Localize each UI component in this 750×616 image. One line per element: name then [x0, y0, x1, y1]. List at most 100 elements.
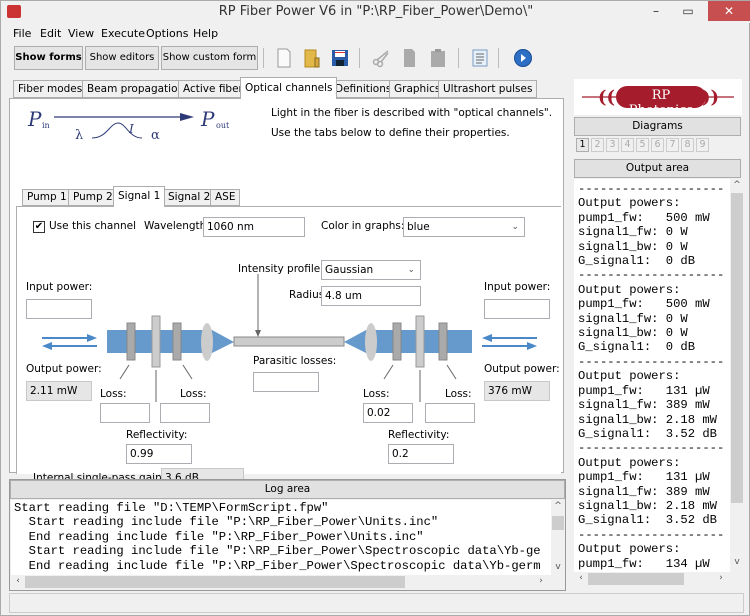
right-outer-element: [438, 322, 448, 361]
diagram-4-button[interactable]: 4: [621, 138, 634, 152]
diagram-6-button[interactable]: 6: [651, 138, 664, 152]
menu-execute[interactable]: Execute: [101, 27, 145, 40]
right-inner-element: [392, 322, 402, 361]
optical-channels-panel: P in λ I α P out Light in the fiber is d…: [9, 98, 564, 488]
p-in-symbol: P: [28, 107, 42, 131]
scroll-down-icon[interactable]: v: [730, 557, 744, 567]
tab-signal-1[interactable]: Signal 1: [113, 186, 166, 207]
left-inner-loss-input[interactable]: [160, 403, 210, 423]
log-area-header[interactable]: Log area: [10, 480, 565, 499]
wavelength-label: Wavelength:: [144, 220, 210, 232]
new-file-icon[interactable]: [274, 48, 294, 68]
output-line: Output powers:: [578, 196, 681, 211]
scroll-left-icon[interactable]: ‹: [13, 576, 23, 586]
parasitic-losses-input[interactable]: [253, 372, 319, 392]
log-area: Log area Start reading file "D:\TEMP\For…: [9, 479, 566, 591]
wavelength-input[interactable]: 1060 nm: [203, 217, 305, 237]
p-in-subscript: in: [42, 121, 50, 130]
right-reflectivity-input[interactable]: 0.2: [388, 444, 454, 464]
tab-ultrashort-pulses[interactable]: Ultrashort pulses: [438, 80, 538, 98]
maximize-button[interactable]: ▭: [673, 1, 703, 21]
output-vscroll-thumb[interactable]: [731, 193, 743, 503]
color-select[interactable]: blue ⌄: [403, 217, 525, 237]
log-line: End reading include file "P:\RP_Fiber_Po…: [14, 529, 424, 544]
close-button[interactable]: ✕: [708, 1, 750, 21]
output-hscroll-thumb[interactable]: [588, 573, 684, 585]
output-line: signal1_bw: 2.18 mW: [578, 412, 717, 427]
scroll-up-icon[interactable]: ^: [551, 501, 565, 511]
left-reflectivity-input[interactable]: 0.99: [126, 444, 192, 464]
intensity-symbol: I: [129, 122, 134, 136]
log-hscroll-thumb[interactable]: [25, 576, 405, 588]
paste-icon[interactable]: [428, 48, 448, 68]
minimize-button[interactable]: –: [641, 1, 671, 21]
output-area-header[interactable]: Output area: [574, 159, 741, 178]
output-line: --------------------: [578, 527, 725, 542]
diagram-3-button[interactable]: 3: [606, 138, 619, 152]
tab-optical-channels[interactable]: Optical channels: [240, 77, 338, 99]
toolbar-separator: [498, 48, 499, 68]
log-horizontal-scrollbar[interactable]: ‹ ›: [11, 575, 551, 589]
diagram-7-button[interactable]: 7: [666, 138, 679, 152]
save-icon[interactable]: [330, 48, 350, 68]
tab-beam-propagation[interactable]: Beam propagation: [82, 80, 190, 98]
output-line: pump1_fw: 500 mW: [578, 297, 710, 312]
menu-view[interactable]: View: [68, 27, 94, 40]
scroll-right-icon[interactable]: ›: [716, 573, 726, 583]
diagram-1-button[interactable]: 1: [576, 138, 589, 152]
menu-file[interactable]: File: [13, 27, 31, 40]
right-inner-loss-input[interactable]: 0.02: [363, 403, 413, 423]
diagram-2-button[interactable]: 2: [591, 138, 604, 152]
p-out-symbol: P: [201, 107, 215, 131]
log-line: Start reading include file "P:\RP_Fiber_…: [14, 515, 439, 530]
scroll-up-icon[interactable]: ^: [730, 180, 744, 190]
output-line: signal1_fw: 0 W: [578, 225, 688, 240]
tab-pump-2[interactable]: Pump 2: [68, 189, 118, 206]
scroll-down-icon[interactable]: v: [551, 562, 565, 572]
output-line: G_signal1: 3.52 dB: [578, 426, 717, 441]
tab-graphics[interactable]: Graphics: [389, 80, 446, 98]
log-vertical-scrollbar[interactable]: ^ v: [551, 500, 565, 575]
menu-edit[interactable]: Edit: [40, 27, 61, 40]
toolbar: Show forms Show editors Show custom form: [1, 44, 750, 72]
log-line: End reading include file "P:\RP_Fiber_Po…: [14, 558, 541, 573]
diagram-8-button[interactable]: 8: [681, 138, 694, 152]
menu-help[interactable]: Help: [193, 27, 218, 40]
menu-options[interactable]: Options: [146, 27, 188, 40]
right-outer-loss-input[interactable]: [425, 403, 475, 423]
show-custom-form-button[interactable]: Show custom form: [161, 46, 258, 70]
tab-ase[interactable]: ASE: [210, 189, 241, 206]
right-mirror: [415, 315, 425, 368]
output-line: Output powers:: [578, 542, 681, 557]
logo-text: RP Photonics: [628, 88, 694, 118]
diagram-9-button[interactable]: 9: [696, 138, 709, 152]
output-line: signal1_bw: 0 W: [578, 326, 688, 341]
tab-pump-1[interactable]: Pump 1: [22, 189, 72, 206]
use-channel-checkbox[interactable]: ✔: [33, 221, 45, 233]
use-channel-label: Use this channel: [49, 220, 136, 232]
left-inner-loss-label: Loss:: [180, 388, 207, 400]
output-vertical-scrollbar[interactable]: ^ v: [730, 179, 744, 572]
cut-icon[interactable]: [371, 48, 391, 68]
tab-active-fiber[interactable]: Active fiber: [178, 80, 248, 98]
output-line: pump1_fw: 131 µW: [578, 383, 710, 398]
diagram-5-button[interactable]: 5: [636, 138, 649, 152]
left-outer-loss-label: Loss:: [100, 388, 127, 400]
output-text: -------------------- Output powers: pump1_…: [574, 179, 730, 572]
log-vscroll-thumb[interactable]: [552, 516, 564, 530]
open-folder-icon[interactable]: [302, 48, 322, 68]
diagrams-button[interactable]: Diagrams: [574, 117, 741, 136]
left-outer-loss-input[interactable]: [100, 403, 150, 423]
tab-signal-2[interactable]: Signal 2: [163, 189, 216, 206]
run-icon[interactable]: [513, 48, 533, 68]
document-icon[interactable]: [470, 48, 490, 68]
scroll-right-icon[interactable]: ›: [536, 576, 546, 586]
channel-formula: P in λ I α P out: [16, 103, 256, 147]
output-horizontal-scrollbar[interactable]: ‹ ›: [574, 572, 730, 586]
show-forms-button[interactable]: Show forms: [14, 46, 83, 70]
scroll-left-icon[interactable]: ‹: [576, 573, 586, 583]
tab-fiber-modes[interactable]: Fiber modes: [13, 80, 88, 98]
tab-definitions[interactable]: Definitions: [330, 80, 397, 98]
show-editors-button[interactable]: Show editors: [85, 46, 159, 70]
copy-icon[interactable]: [400, 48, 420, 68]
